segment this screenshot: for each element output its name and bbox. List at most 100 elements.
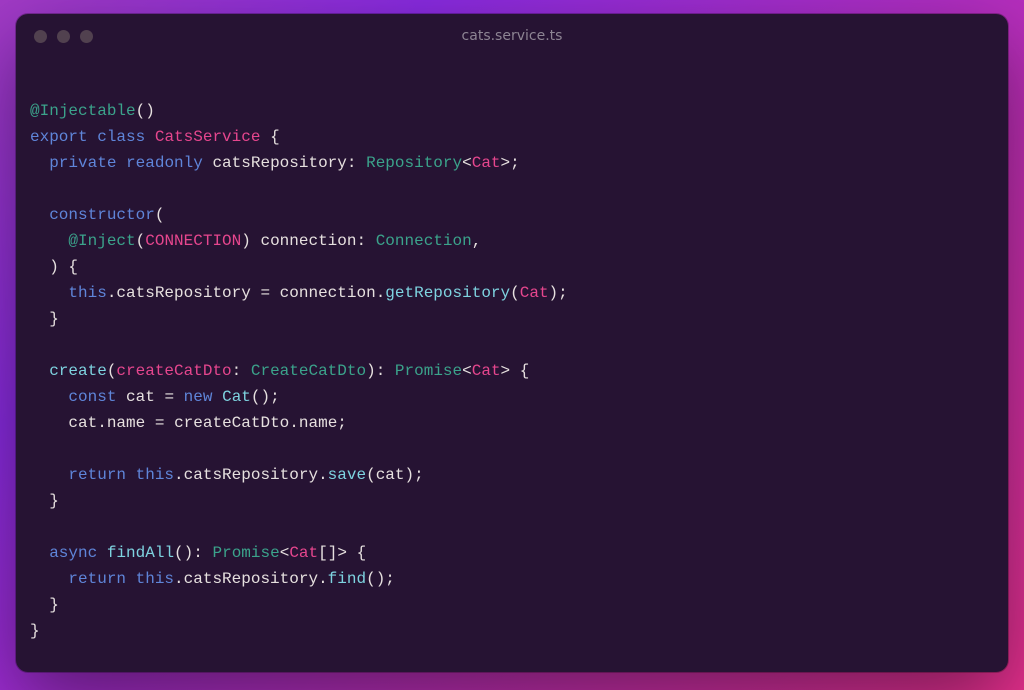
- code-token: ): [184, 544, 194, 562]
- code-token: ): [49, 258, 59, 276]
- code-token: getRepository: [385, 284, 510, 302]
- code-token: [88, 128, 98, 146]
- code-token: =: [164, 388, 174, 406]
- code-token: [270, 284, 280, 302]
- code-token: this: [136, 570, 174, 588]
- code-token: CONNECTION: [145, 232, 241, 250]
- code-token: Cat: [472, 154, 501, 172]
- code-token: [30, 154, 49, 172]
- code-token: >: [337, 544, 347, 562]
- code-token: (: [510, 284, 520, 302]
- code-token: [30, 206, 49, 224]
- code-token: const: [68, 388, 116, 406]
- code-token: [30, 258, 49, 276]
- code-token: [145, 128, 155, 146]
- code-token: ;: [558, 284, 568, 302]
- code-token: (: [155, 206, 165, 224]
- code-token: [30, 570, 68, 588]
- code-token: (: [174, 544, 184, 562]
- code-token: this: [68, 284, 106, 302]
- code-token: [174, 388, 184, 406]
- code-token: cat: [126, 388, 155, 406]
- code-block: @Injectable() export class CatsService {…: [30, 102, 568, 640]
- code-token: .: [174, 570, 184, 588]
- code-token: .: [376, 284, 386, 302]
- code-token: (: [107, 362, 117, 380]
- code-token: <: [462, 362, 472, 380]
- code-token: findAll: [107, 544, 174, 562]
- code-token: cat: [68, 414, 97, 432]
- code-token: Connection: [376, 232, 472, 250]
- code-token: return: [68, 466, 126, 484]
- code-token: ]: [328, 544, 338, 562]
- code-token: [30, 544, 49, 562]
- code-token: ): [549, 284, 559, 302]
- code-token: }: [49, 310, 59, 328]
- code-token: .: [318, 466, 328, 484]
- code-token: ;: [510, 154, 520, 172]
- close-icon[interactable]: [34, 30, 47, 43]
- code-token: [251, 284, 261, 302]
- code-token: ;: [270, 388, 280, 406]
- code-token: :: [232, 362, 242, 380]
- code-token: :: [193, 544, 203, 562]
- code-token: .: [174, 466, 184, 484]
- code-token: [30, 466, 68, 484]
- code-token: this: [136, 466, 174, 484]
- code-token: .: [107, 284, 117, 302]
- code-token: Promise: [212, 544, 279, 562]
- code-token: CatsService: [155, 128, 261, 146]
- code-token: CreateCatDto: [251, 362, 366, 380]
- code-token: private: [49, 154, 116, 172]
- code-token: >: [501, 362, 511, 380]
- code-token: create: [49, 362, 107, 380]
- code-token: [30, 362, 49, 380]
- code-token: [356, 154, 366, 172]
- code-token: find: [328, 570, 366, 588]
- code-token: [30, 388, 68, 406]
- code-token: save: [328, 466, 366, 484]
- code-token: Cat: [520, 284, 549, 302]
- code-token: [116, 154, 126, 172]
- code-token: name: [107, 414, 145, 432]
- maximize-icon[interactable]: [80, 30, 93, 43]
- code-token: [145, 414, 155, 432]
- code-pre: @Injectable() export class CatsService {…: [30, 98, 994, 644]
- code-area: @Injectable() export class CatsService {…: [16, 58, 1008, 672]
- code-token: (: [366, 570, 376, 588]
- code-token: {: [68, 258, 78, 276]
- code-token: :: [376, 362, 386, 380]
- minimize-icon[interactable]: [57, 30, 70, 43]
- code-token: @: [68, 232, 78, 250]
- code-token: return: [68, 570, 126, 588]
- code-token: [59, 258, 69, 276]
- code-token: [30, 492, 49, 510]
- code-token: createCatDto: [116, 362, 231, 380]
- code-token: [212, 388, 222, 406]
- code-token: [30, 284, 68, 302]
- code-token: Injectable: [40, 102, 136, 120]
- code-token: ): [366, 362, 376, 380]
- code-token: connection: [260, 232, 356, 250]
- code-token: {: [270, 128, 280, 146]
- code-token: :: [356, 232, 366, 250]
- code-token: [347, 544, 357, 562]
- code-token: [30, 414, 68, 432]
- code-token: =: [155, 414, 165, 432]
- code-token: catsRepository: [184, 570, 318, 588]
- code-token: ): [261, 388, 271, 406]
- window-title: cats.service.ts: [16, 28, 1008, 44]
- code-token: ): [405, 466, 415, 484]
- code-token: createCatDto: [174, 414, 289, 432]
- code-token: Promise: [395, 362, 462, 380]
- code-token: [116, 388, 126, 406]
- code-token: ,: [472, 232, 482, 250]
- code-token: }: [49, 596, 59, 614]
- code-token: Cat: [289, 544, 318, 562]
- code-token: <: [462, 154, 472, 172]
- code-token: [30, 596, 49, 614]
- code-token: [126, 570, 136, 588]
- gradient-background: cats.service.ts @Injectable() export cla…: [0, 0, 1024, 690]
- code-window: cats.service.ts @Injectable() export cla…: [16, 14, 1008, 672]
- code-token: Repository: [366, 154, 462, 172]
